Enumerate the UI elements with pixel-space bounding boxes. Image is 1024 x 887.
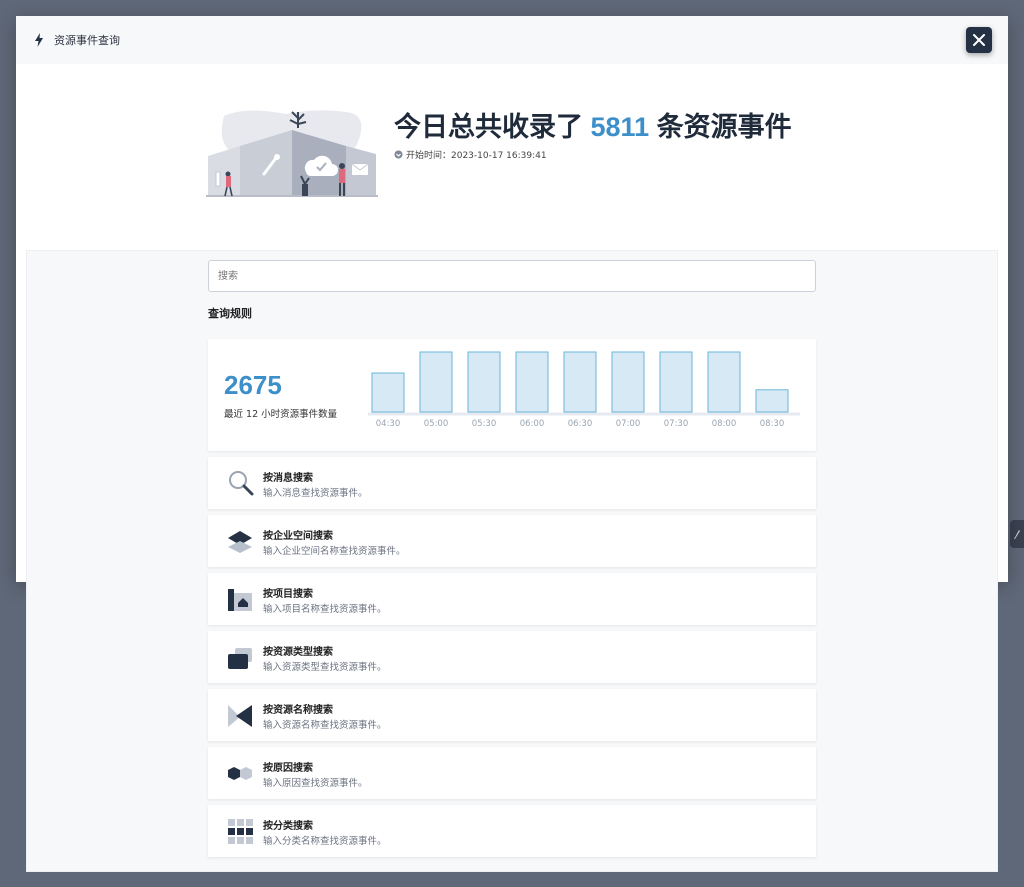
grid-icon	[228, 819, 253, 844]
chart-tick-label: 07:00	[616, 419, 641, 429]
hexagons-icon	[228, 767, 252, 780]
magnifier-icon	[229, 471, 254, 496]
search-rule-card[interactable]: 按消息搜索输入消息查找资源事件。	[208, 457, 816, 509]
query-panel: 查询规则 2675 最近 12 小时资源事件数量 04:30 05:00 05:30…	[26, 250, 998, 872]
search-rule-desc: 输入资源名称查找资源事件。	[263, 720, 387, 731]
chart-tick-label: 06:00	[520, 419, 545, 429]
search-rule-card[interactable]: 按分类搜索输入分类名称查找资源事件。	[208, 805, 816, 857]
chart-bar[interactable]	[707, 351, 741, 413]
search-rule-card[interactable]: 按项目搜索输入项目名称查找资源事件。	[208, 573, 816, 625]
headline-suffix: 条资源事件	[656, 112, 792, 142]
chart-tick-label: 08:30	[760, 419, 785, 429]
stats-card: 2675 最近 12 小时资源事件数量 04:30 05:00 05:30 06:00…	[208, 339, 816, 451]
modal-header: 资源事件查询	[16, 16, 1008, 64]
headline-prefix: 今日总共收录了	[394, 112, 583, 142]
chart-bar[interactable]	[419, 351, 453, 413]
project-icon	[228, 589, 252, 611]
hero-section: 今日总共收录了 5811 条资源事件 开始时间：2023-10-17 16:39…	[16, 64, 1008, 250]
chart-bar[interactable]	[755, 389, 789, 413]
chart-tick-label: 08:00	[712, 419, 737, 429]
search-rule-card[interactable]: 按资源名称搜索输入资源名称查找资源事件。	[208, 689, 816, 741]
search-rule-card[interactable]: 按资源类型搜索输入资源类型查找资源事件。	[208, 631, 816, 683]
search-rule-desc: 输入项目名称查找资源事件。	[263, 604, 387, 615]
chart-bar[interactable]	[371, 372, 405, 413]
close-button[interactable]	[966, 27, 992, 53]
search-rule-title: 按消息搜索	[263, 473, 313, 484]
recent-event-count: 2675	[224, 370, 282, 400]
resource-type-icon	[228, 648, 252, 669]
search-rule-title: 按原因搜索	[263, 763, 313, 774]
side-tab[interactable]	[1010, 520, 1024, 548]
search-rule-card[interactable]: 按原因搜索输入原因查找资源事件。	[208, 747, 816, 799]
search-rule-title: 按资源名称搜索	[263, 705, 333, 716]
query-rules-label: 查询规则	[208, 307, 252, 320]
start-time: 开始时间：2023-10-17 16:39:41	[406, 151, 547, 161]
chart-bar[interactable]	[563, 351, 597, 413]
modal-title: 资源事件查询	[54, 34, 120, 47]
chart-tick-label: 04:30	[376, 419, 401, 429]
total-event-count: 5811	[590, 112, 650, 142]
headline: 今日总共收录了 5811 条资源事件	[394, 110, 792, 144]
start-time-row: 开始时间：2023-10-17 16:39:41	[394, 148, 792, 161]
chart-bar[interactable]	[659, 351, 693, 413]
chart-bar[interactable]	[515, 351, 549, 413]
chart-tick-label: 07:30	[664, 419, 689, 429]
chart-bar[interactable]	[611, 351, 645, 413]
search-rule-desc: 输入分类名称查找资源事件。	[263, 836, 387, 847]
chart-bar[interactable]	[467, 351, 501, 413]
search-rule-list: 按消息搜索 输入消息查找资源事件。 按企业空间搜索 输入企业空间名称查找资源事件。 按项…	[208, 457, 816, 857]
close-icon	[973, 34, 985, 46]
chart-tick-label: 05:00	[424, 419, 449, 429]
search-rule-title: 按资源类型搜索	[263, 647, 333, 658]
search-rule-card[interactable]: 按企业空间搜索输入企业空间名称查找资源事件。	[208, 515, 816, 567]
lightning-icon	[35, 33, 43, 47]
chart-tick-label: 06:30	[568, 419, 593, 429]
search-rule-title: 按分类搜索	[263, 821, 313, 832]
recent-events-chart: 04:30 05:00 05:30 06:00 06:30 07:00 07:30 08:00…	[368, 351, 800, 429]
query-panel-inner: 查询规则 2675 最近 12 小时资源事件数量 04:30 05:00 05:30…	[208, 260, 816, 857]
search-rule-desc: 输入资源类型查找资源事件。	[263, 662, 387, 673]
clock-icon	[394, 150, 403, 159]
search-rule-desc: 输入原因查找资源事件。	[263, 778, 368, 789]
events-illustration	[206, 110, 378, 197]
search-rule-title: 按企业空间搜索	[263, 531, 333, 542]
pencil-icon	[1014, 530, 1020, 539]
chart-tick-label: 05:30	[472, 419, 497, 429]
search-rule-title: 按项目搜索	[263, 589, 313, 600]
search-input[interactable]	[208, 260, 816, 292]
search-rule-desc: 输入消息查找资源事件。	[263, 488, 368, 499]
search-rule-desc: 输入企业空间名称查找资源事件。	[263, 546, 406, 557]
recent-event-label: 最近 12 小时资源事件数量	[224, 409, 338, 420]
layers-icon	[228, 531, 252, 553]
hero-text: 今日总共收录了 5811 条资源事件 开始时间：2023-10-17 16:39…	[394, 110, 792, 161]
resource-name-icon	[228, 705, 252, 727]
